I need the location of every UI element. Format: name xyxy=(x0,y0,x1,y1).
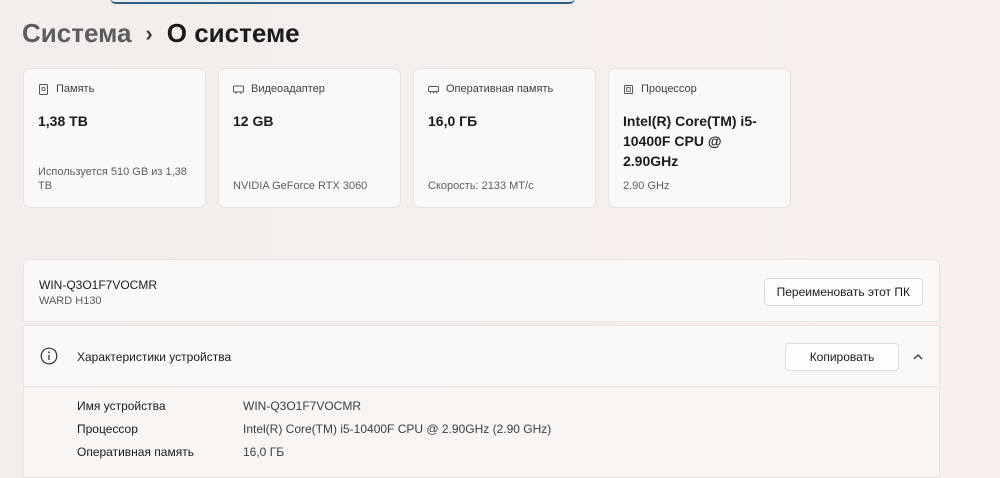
card-storage-title: Память xyxy=(56,83,95,95)
cpu-icon xyxy=(624,84,633,94)
spec-label: Оперативная память xyxy=(77,445,194,459)
card-storage: Память 1,38 TB Используется 510 GB из 1,… xyxy=(23,68,206,208)
device-name-row: WIN-Q3O1F7VOCMR WARD H130 Переименовать … xyxy=(23,259,940,322)
card-cpu-title: Процессор xyxy=(641,83,697,95)
storage-icon xyxy=(39,83,48,95)
spec-value[interactable]: 16,0 ГБ xyxy=(243,445,843,459)
breadcrumb-separator-icon: › xyxy=(145,20,153,46)
gpu-icon xyxy=(233,85,244,94)
spec-value[interactable]: Intel(R) Core(TM) i5-10400F CPU @ 2.90GH… xyxy=(243,422,843,436)
copy-button[interactable]: Копировать xyxy=(785,343,899,371)
card-cpu-detail: 2.90 GHz xyxy=(623,180,670,192)
chevron-up-icon[interactable] xyxy=(911,350,925,364)
device-name: WIN-Q3O1F7VOCMR xyxy=(39,278,158,292)
device-specs-title: Характеристики устройства xyxy=(77,350,232,364)
device-specs-list: Имя устройства WIN-Q3O1F7VOCMR Процессор… xyxy=(23,388,940,478)
rename-pc-button[interactable]: Переименовать этот ПК xyxy=(763,278,923,306)
summary-cards: Память 1,38 TB Используется 510 GB из 1,… xyxy=(23,68,791,208)
card-storage-detail: Используется 510 GB из 1,38 TB xyxy=(38,166,187,192)
card-ram-detail: Скорость: 2133 МТ/с xyxy=(428,180,534,192)
card-gpu-title: Видеоадаптер xyxy=(251,83,325,95)
page-title: О системе xyxy=(166,18,300,48)
card-ram-title: Оперативная память xyxy=(446,83,554,95)
breadcrumb: Система › О системе xyxy=(22,18,300,49)
device-specs-header[interactable]: Характеристики устройства Копировать xyxy=(23,325,940,387)
card-gpu-value: 12 GB xyxy=(233,113,274,129)
breadcrumb-parent[interactable]: Система xyxy=(22,18,131,49)
spec-label: Имя устройства xyxy=(77,399,166,413)
spec-value[interactable]: WIN-Q3O1F7VOCMR xyxy=(243,399,843,413)
device-model: WARD H130 xyxy=(39,295,102,307)
card-storage-value: 1,38 TB xyxy=(38,113,88,129)
card-gpu-detail: NVIDIA GeForce RTX 3060 xyxy=(233,180,368,192)
card-gpu: Видеоадаптер 12 GB NVIDIA GeForce RTX 30… xyxy=(218,68,401,208)
ram-icon xyxy=(428,85,439,93)
card-ram: Оперативная память 16,0 ГБ Скорость: 213… xyxy=(413,68,596,208)
card-cpu-value: Intel(R) Core(TM) i5-10400F CPU @ 2.90GH… xyxy=(623,113,757,169)
window-top-edge xyxy=(110,0,575,4)
info-icon xyxy=(40,347,58,365)
spec-label: Процессор xyxy=(77,422,138,436)
card-cpu: Процессор Intel(R) Core(TM) i5-10400F CP… xyxy=(608,68,791,208)
card-ram-value: 16,0 ГБ xyxy=(428,113,478,129)
